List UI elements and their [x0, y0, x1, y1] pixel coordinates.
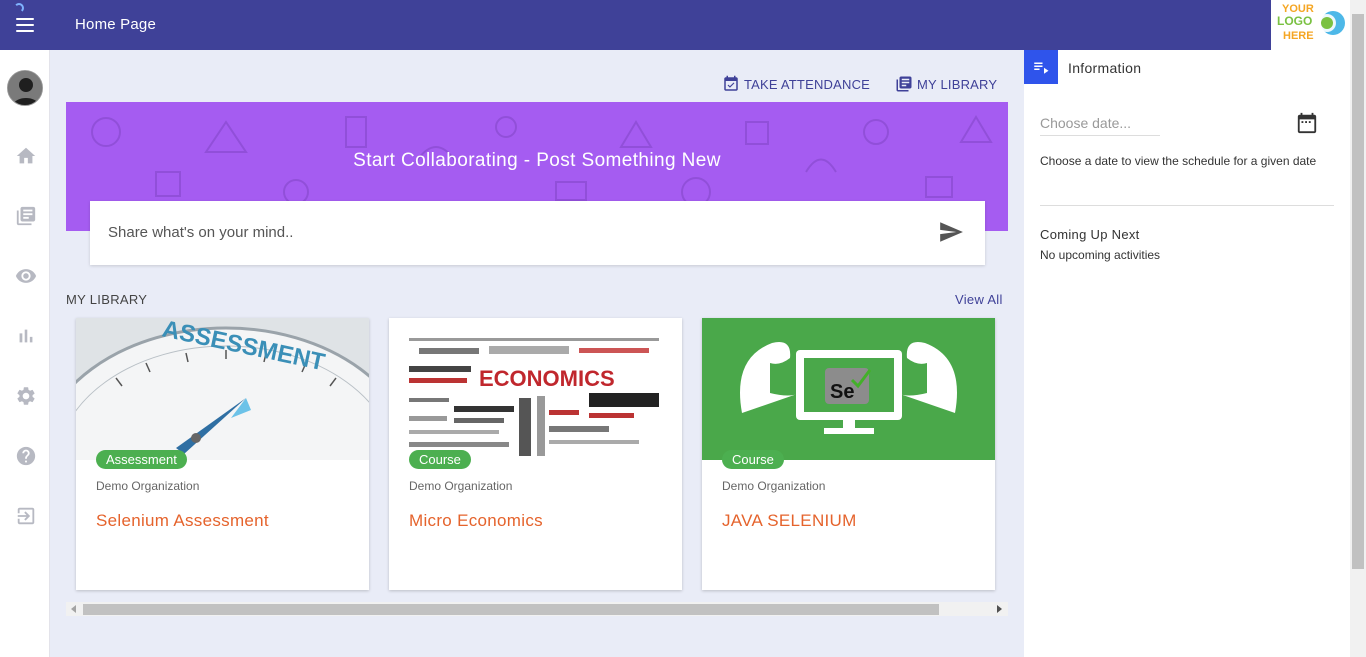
take-attendance-button[interactable]: TAKE ATTENDANCE: [722, 75, 870, 93]
view-all-link[interactable]: View All: [955, 292, 1003, 307]
library-icon[interactable]: [15, 205, 37, 227]
logo-text-line3: HERE: [1283, 30, 1314, 42]
date-help-text: Choose a date to view the schedule for a…: [1040, 154, 1317, 168]
gear-icon[interactable]: [15, 385, 37, 407]
post-composer: [90, 201, 985, 265]
my-library-button[interactable]: MY LIBRARY: [895, 75, 997, 93]
information-panel: Information Choose a date to view the sc…: [1024, 50, 1350, 657]
menu-button[interactable]: [0, 0, 50, 50]
date-picker-input[interactable]: [1040, 110, 1160, 136]
library-books-icon: [896, 76, 912, 92]
card-image-economics: ECONOMICS: [389, 318, 682, 460]
banner-title: Start Collaborating - Post Something New: [353, 150, 721, 171]
card-organization: Demo Organization: [409, 479, 513, 493]
card-type-badge: Assessment: [96, 450, 187, 469]
take-attendance-label: TAKE ATTENDANCE: [744, 76, 871, 92]
library-card[interactable]: ASSESSMENT Assessment Demo Organization …: [76, 318, 369, 590]
help-icon[interactable]: [15, 445, 37, 467]
user-silhouette-icon: [8, 71, 42, 105]
card-image-selenium: Se: [702, 318, 995, 460]
library-card[interactable]: ECONOMICS Course Demo Organization Micro…: [389, 318, 682, 590]
post-input[interactable]: [108, 221, 928, 243]
page-scrollbar-thumb[interactable]: [1352, 14, 1364, 569]
coming-up-empty-text: No upcoming activities: [1040, 248, 1161, 262]
card-organization: Demo Organization: [96, 479, 200, 493]
scroll-left-arrow[interactable]: [71, 605, 76, 613]
scroll-right-arrow[interactable]: [997, 605, 1002, 613]
card-image-assessment: ASSESSMENT: [76, 318, 369, 460]
main-content: TAKE ATTENDANCE MY LIBRARY Start Collabo…: [50, 50, 1024, 657]
logo-text-line2: LOGO: [1277, 14, 1313, 28]
card-type-badge: Course: [409, 450, 471, 469]
card-title[interactable]: Selenium Assessment: [96, 511, 269, 531]
card-organization: Demo Organization: [722, 479, 826, 493]
logout-icon[interactable]: [15, 505, 37, 527]
svg-text:Se: Se: [830, 381, 854, 403]
calendar-check-icon: [724, 75, 738, 91]
home-icon[interactable]: [15, 145, 37, 167]
top-bar: Home Page YOUR LOGO HERE: [0, 0, 1350, 50]
library-horizontal-scrollbar[interactable]: [66, 602, 1008, 616]
coming-up-heading: Coming Up Next: [1040, 227, 1140, 242]
svg-text:ECONOMICS: ECONOMICS: [479, 366, 615, 391]
send-icon[interactable]: [938, 219, 966, 247]
bar-chart-icon[interactable]: [15, 325, 37, 347]
divider: [1040, 205, 1334, 206]
card-type-badge: Course: [722, 450, 784, 469]
left-sidebar: [0, 50, 50, 657]
scrollbar-thumb[interactable]: [83, 604, 939, 615]
card-title[interactable]: JAVA SELENIUM: [722, 511, 857, 531]
info-panel-title: Information: [1068, 60, 1142, 76]
page-title: Home Page: [75, 16, 157, 33]
playlist-icon[interactable]: [1024, 50, 1058, 84]
loading-indicator: [14, 3, 24, 13]
page-scrollbar[interactable]: [1350, 0, 1366, 657]
card-title[interactable]: Micro Economics: [409, 511, 543, 531]
my-library-label: MY LIBRARY: [917, 76, 998, 92]
library-heading: MY LIBRARY: [66, 292, 148, 307]
company-logo: YOUR LOGO HERE: [1271, 0, 1350, 50]
hamburger-icon: [16, 18, 34, 32]
eye-icon[interactable]: [15, 265, 37, 287]
library-card[interactable]: Se Course Demo Organization JAVA SELENIU…: [702, 318, 995, 590]
avatar[interactable]: [7, 70, 43, 106]
calendar-icon[interactable]: [1296, 112, 1318, 134]
